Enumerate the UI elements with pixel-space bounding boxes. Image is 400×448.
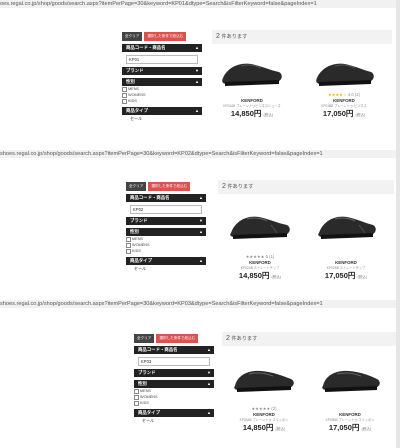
keyword-input[interactable]: KP03 (138, 357, 210, 366)
url-bar[interactable]: oes.regal.co.jp/shop/goods/search.aspx?i… (0, 0, 400, 8)
apply-filter-button[interactable]: 選択した条件で絞込む (148, 182, 191, 191)
product-price: 17,050円 (税込) (324, 271, 368, 280)
review-count[interactable]: (2) (355, 92, 360, 97)
result-count: 2 件あります (212, 30, 392, 44)
result-count: 2 件あります (218, 180, 394, 194)
shoe-image[interactable] (306, 48, 382, 92)
gender-header[interactable]: 性別 ▲ (122, 78, 202, 86)
product-code-header[interactable]: 商品コード・商品名 ▲ (122, 44, 202, 52)
filter-sidebar: 全クリア 選択した条件で絞込む 商品コード・商品名 ▲ KP02 ブランド ▼ 性別… (126, 182, 206, 272)
gender-header[interactable]: 性別 ▲ (126, 228, 206, 236)
review-count[interactable]: (1) (269, 254, 274, 259)
screenshot-3: shoes.regal.co.jp/shop/goods/search.aspx… (0, 300, 400, 448)
url-bar[interactable]: shoes.regal.co.jp/shop/goods/search.aspx… (0, 150, 400, 158)
brand-header[interactable]: ブランド ▼ (122, 67, 202, 75)
screenshot-2: shoes.regal.co.jp/shop/goods/search.aspx… (0, 150, 400, 300)
chevron-down-icon: ▼ (195, 68, 199, 73)
product-type-header[interactable]: 商品タイプ ▲ (122, 107, 202, 115)
clear-all-button[interactable]: 全クリア (126, 182, 147, 191)
chevron-up-icon: ▲ (199, 258, 203, 263)
product-price: 14,850円 (税込) (238, 271, 282, 280)
gender-option-kids[interactable]: KIDS (122, 98, 202, 104)
sale-option[interactable]: セール (122, 115, 202, 122)
chevron-down-icon: ▼ (207, 370, 211, 375)
chevron-up-icon: ▲ (207, 347, 211, 352)
product-card[interactable]: KENFORD KP02BB ストレートチップ 17,050円 (税込) (308, 196, 384, 280)
shoe-image[interactable] (226, 350, 302, 406)
product-card[interactable]: ★★★★☆ 4.0 (2) KENFORD KP01BB プレーントゥ ビジネス… (306, 48, 382, 118)
rating-value: 4.0 (347, 92, 354, 97)
chevron-up-icon: ▲ (207, 410, 211, 415)
checkbox-icon[interactable] (122, 99, 127, 104)
filter-sidebar: 全クリア 選択した条件で絞込む 商品コード・商品名 ▲ KP01 ブランド ▼ 性別… (122, 32, 202, 122)
chevron-up-icon: ▲ (199, 229, 203, 234)
star-icons: ★★★★★ (251, 406, 271, 411)
shoe-image[interactable] (222, 196, 298, 254)
results-area: 2 件あります (222, 332, 396, 346)
chevron-down-icon: ▼ (199, 218, 203, 223)
clear-all-button[interactable]: 全クリア (122, 32, 143, 41)
product-card[interactable]: KENFORD KP03BB プレーントゥ スリッポン 17,050円 (税込) (312, 350, 388, 432)
shoe-image[interactable] (214, 48, 290, 92)
brand-header[interactable]: ブランド ▼ (126, 217, 206, 225)
checkbox-icon[interactable] (134, 401, 139, 406)
rating-value: 5 (265, 254, 268, 259)
filter-sidebar: 全クリア 選択した条件で絞込む 商品コード・商品名 ▲ KP03 ブランド ▼ 性別… (134, 334, 214, 424)
product-price: 14,850円 (税込) (242, 423, 286, 432)
sale-option[interactable]: セール (126, 265, 206, 272)
product-card[interactable]: ★★★★★ 5 (1) KENFORD KP02AB ストレートチップ 14,8… (222, 196, 298, 280)
chevron-up-icon: ▲ (195, 79, 199, 84)
gender-header[interactable]: 性別 ▲ (134, 380, 214, 388)
product-price: 17,050円 (税込) (328, 423, 372, 432)
product-card[interactable]: ★★★★★ (2) KENFORD KP03AB プレーントゥ スリッポン 14… (226, 350, 302, 432)
product-card[interactable]: KENFORD KP01AB プレーントゥビジネスシューズ 14,850円 (税… (214, 48, 290, 118)
clear-all-button[interactable]: 全クリア (134, 334, 155, 343)
chevron-up-icon: ▲ (207, 381, 211, 386)
chevron-up-icon: ▲ (195, 45, 199, 50)
gender-option-kids[interactable]: KIDS (126, 248, 206, 254)
brand-header[interactable]: ブランド ▼ (134, 369, 214, 377)
product-price: 17,050円 (税込) (322, 109, 366, 118)
keyword-input[interactable]: KP01 (126, 55, 198, 64)
apply-filter-button[interactable]: 選択した条件で絞込む (156, 334, 199, 343)
star-icons: ★★★★☆ (327, 92, 347, 97)
results-area: 2 件あります (218, 180, 394, 194)
url-bar[interactable]: shoes.regal.co.jp/shop/goods/search.aspx… (0, 300, 400, 308)
shoe-image[interactable] (308, 196, 384, 254)
product-code-header[interactable]: 商品コード・商品名 ▲ (126, 194, 206, 202)
gender-option-kids[interactable]: KIDS (134, 400, 214, 406)
product-code-header[interactable]: 商品コード・商品名 ▲ (134, 346, 214, 354)
apply-filter-button[interactable]: 選択した条件で絞込む (144, 32, 187, 41)
chevron-up-icon: ▲ (195, 108, 199, 113)
product-type-header[interactable]: 商品タイプ ▲ (134, 409, 214, 417)
scrollbar[interactable] (396, 0, 400, 448)
product-type-header[interactable]: 商品タイプ ▲ (126, 257, 206, 265)
sale-option[interactable]: セール (134, 417, 214, 424)
checkbox-icon[interactable] (126, 249, 131, 254)
star-icons: ★★★★★ (245, 254, 265, 259)
results-area: 2 件あります (212, 30, 392, 44)
shoe-image[interactable] (312, 350, 388, 406)
chevron-up-icon: ▲ (199, 195, 203, 200)
screenshot-1: oes.regal.co.jp/shop/goods/search.aspx?i… (0, 0, 400, 150)
keyword-input[interactable]: KP02 (130, 205, 202, 214)
product-price: 14,850円 (税込) (230, 109, 274, 118)
result-count: 2 件あります (222, 332, 396, 346)
review-count[interactable]: (2) (271, 406, 276, 411)
